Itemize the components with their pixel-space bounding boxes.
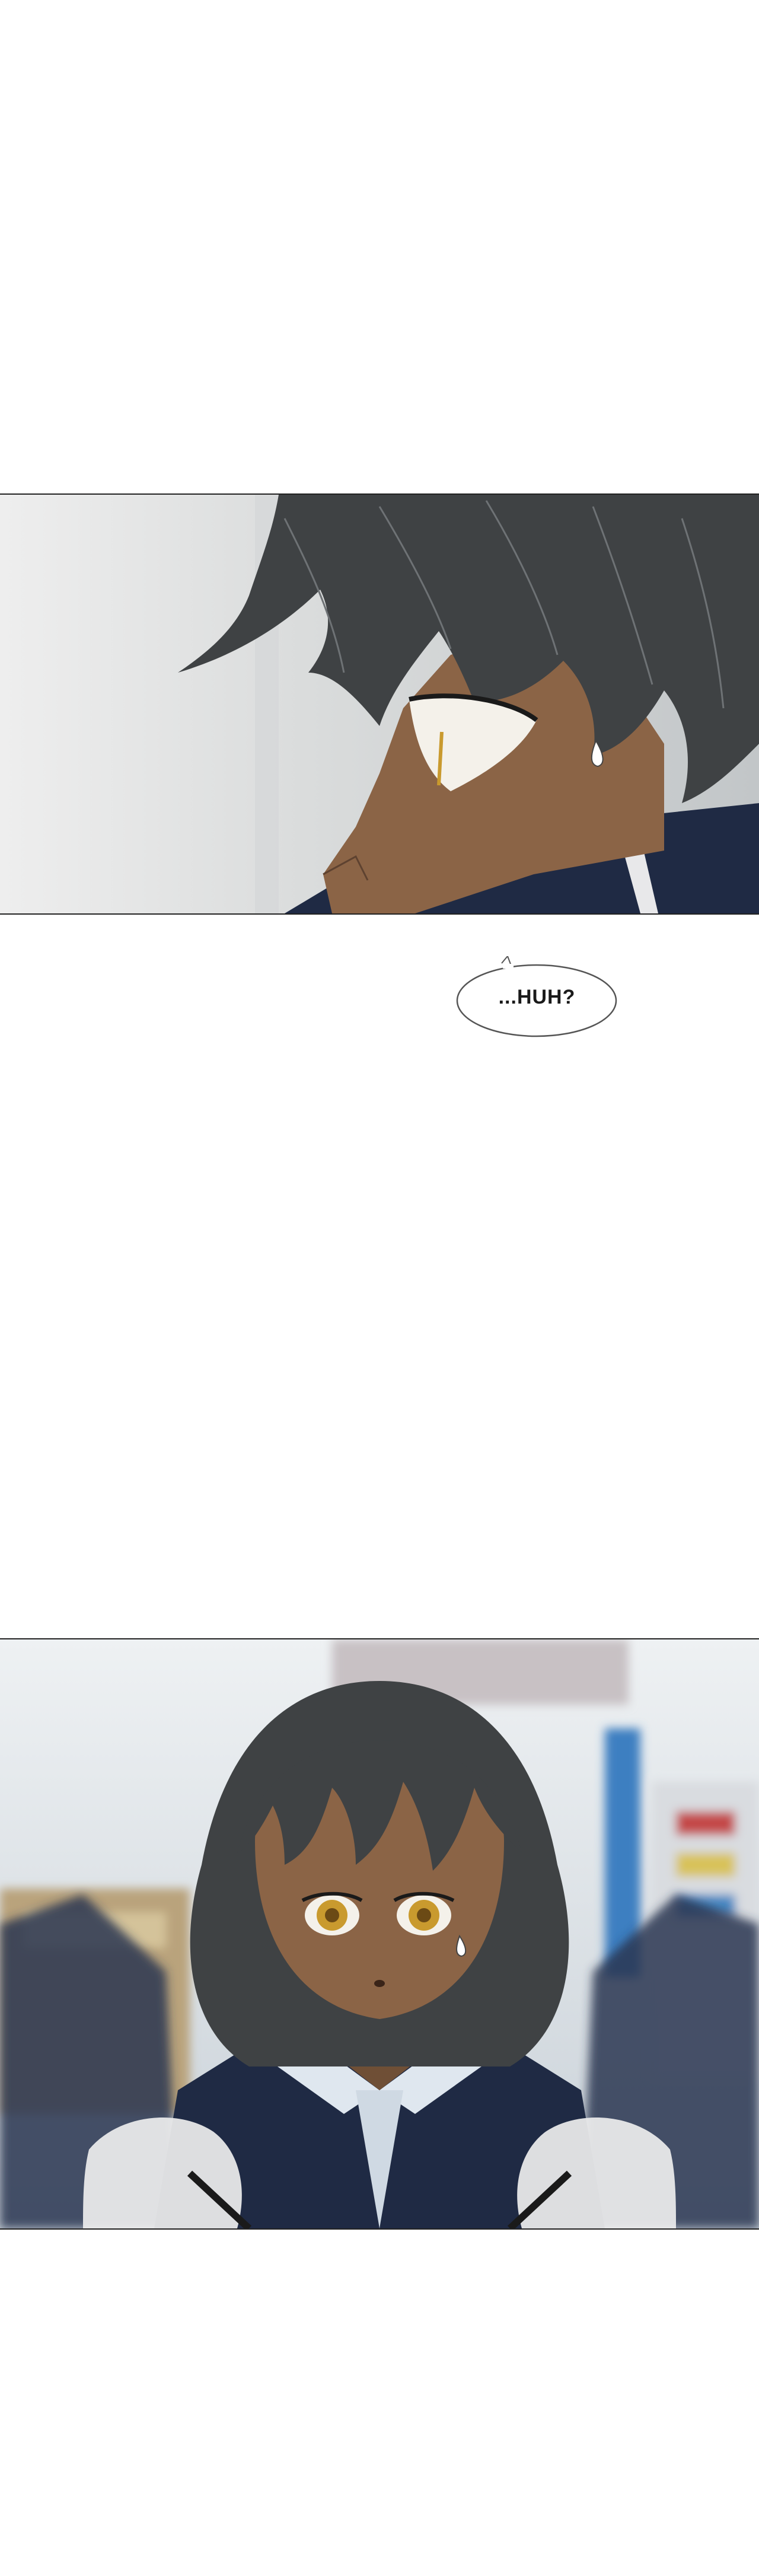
speech-bubble-text: ...HUH? [498, 985, 576, 1008]
comic-panel-portrait [0, 1638, 759, 2230]
girl-portrait-surprised-icon [0, 1639, 759, 2228]
speech-bubble: ...HUH? [455, 956, 618, 1038]
closeup-profile-closed-eye-icon [0, 495, 759, 913]
comic-panel-closeup [0, 493, 759, 915]
